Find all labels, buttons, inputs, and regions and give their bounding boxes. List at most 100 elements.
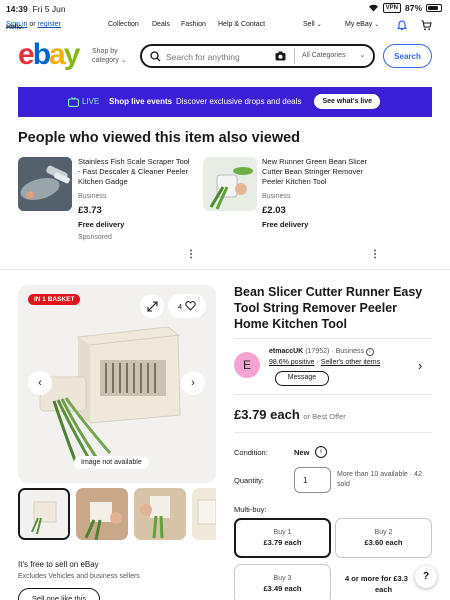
search-bar: All Categories ⌄	[140, 44, 375, 68]
status-date: Fri 5 Jun	[32, 4, 66, 14]
quantity-label: Quantity:	[234, 476, 265, 485]
banner-text: Discover exclusive drops and deals	[176, 97, 302, 106]
nav-collection[interactable]: Collection	[108, 21, 139, 28]
search-button[interactable]: Search	[383, 44, 432, 68]
also-viewed-title-1[interactable]: Stainless Fish Scale Scraper Tool - Fast…	[78, 157, 193, 187]
seller-info-line: etmaccUK (17952) · Business i	[269, 348, 374, 356]
seller-other-items-link[interactable]: Seller's other items	[321, 359, 380, 366]
best-offer-label: or Best Offer	[303, 412, 346, 421]
chevron-left-icon: ‹	[38, 377, 42, 389]
chevron-right-icon: ›	[191, 377, 195, 389]
divider	[0, 269, 450, 270]
expand-icon[interactable]	[140, 294, 164, 318]
sell-promo-heading: It's free to sell on eBay	[18, 560, 99, 569]
status-time: 14:39	[6, 4, 28, 14]
in-basket-badge: IN 1 BASKET	[28, 294, 81, 305]
previous-image-button[interactable]: ‹	[28, 371, 52, 395]
also-viewed-seller-type-1: Business	[78, 193, 107, 200]
sell-promo-subtext: Excludes Vehicles and business sellers	[18, 573, 140, 580]
nav-sell[interactable]: Sell ⌄	[303, 21, 322, 28]
cart-icon[interactable]	[421, 20, 432, 31]
also-viewed-price-2: £2.03	[262, 205, 286, 216]
shop-by-category[interactable]: Shop by category ⌄	[92, 47, 127, 65]
chevron-down-icon: ⌄	[316, 22, 322, 28]
chevron-down-icon: ⌄	[359, 52, 366, 59]
bell-icon[interactable]	[397, 20, 407, 31]
product-title: Bean Slicer Cutter Runner Easy Tool Stri…	[234, 285, 423, 331]
chevron-down-icon: ⌄	[374, 22, 380, 28]
also-viewed-image-1[interactable]	[18, 157, 72, 211]
sell-one-like-this-button[interactable]: Sell one like this	[18, 588, 100, 600]
also-viewed-image-2[interactable]	[203, 157, 257, 211]
top-nav: Hello. Sign in or register Collection De…	[0, 18, 450, 34]
seller-avatar[interactable]: E	[234, 352, 260, 378]
divider	[234, 432, 432, 433]
condition-value: New	[294, 448, 310, 457]
thumbnail-4[interactable]	[192, 488, 216, 540]
seller-positive-link[interactable]: 98.6% positive	[269, 359, 315, 366]
camera-icon[interactable]	[275, 51, 286, 61]
seller-name[interactable]: etmaccUK	[269, 348, 303, 355]
availability-text: More than 10 available · 42 sold	[337, 471, 422, 488]
seller-links: 98.6% positive · Seller's other items	[269, 359, 381, 366]
nav-help-contact[interactable]: Help & Contact	[218, 21, 265, 28]
thumbnail-1[interactable]	[18, 488, 70, 540]
also-viewed-delivery-1: Free delivery	[78, 220, 125, 229]
also-viewed-heading: People who viewed this item also viewed	[18, 130, 301, 146]
hello-text: Hello.	[6, 24, 24, 31]
wifi-icon	[368, 4, 378, 12]
message-seller-button[interactable]: Message	[275, 371, 329, 386]
bean-slicer-image	[203, 157, 257, 211]
nav-fashion[interactable]: Fashion	[181, 21, 206, 28]
thumbnail-3[interactable]	[134, 488, 186, 540]
next-image-button[interactable]: ›	[181, 371, 205, 395]
sponsored-label: Sponsored	[78, 234, 112, 241]
seller-type: · Business	[331, 348, 364, 355]
nav-my-ebay[interactable]: My eBay ⌄	[345, 21, 379, 28]
vpn-badge: VPN	[382, 3, 401, 13]
or-text: or	[29, 21, 36, 28]
info-icon[interactable]: i	[365, 348, 374, 356]
help-button[interactable]: ?	[415, 566, 437, 588]
more-options-icon[interactable]: ⋮	[186, 249, 196, 260]
divider	[234, 394, 432, 395]
more-options-icon[interactable]: ⋮	[370, 249, 380, 260]
image-not-available-label: Image not available	[74, 456, 149, 469]
status-bar: 14:39 Fri 5 Jun VPN 87%	[0, 0, 450, 18]
item-price: £3.79 each	[234, 407, 300, 422]
multibuy-option-3[interactable]: Buy 3 £3.49 each	[234, 564, 331, 600]
condition-label: Condition:	[234, 448, 268, 457]
ebay-logo[interactable]: ebay	[18, 40, 80, 70]
see-whats-live-button[interactable]: See what's live	[314, 94, 380, 109]
watch-button[interactable]: 4	[168, 294, 206, 318]
quantity-input[interactable]	[294, 467, 331, 493]
live-label: LIVE	[82, 97, 100, 106]
also-viewed-title-2[interactable]: New Runner Green Bean Slicer Cutter Bean…	[262, 157, 382, 187]
search-icon	[150, 51, 161, 62]
search-input[interactable]	[166, 49, 271, 64]
price-line: £3.79 each or Best Offer	[234, 407, 346, 422]
chevron-right-icon[interactable]: ›	[418, 358, 422, 373]
multibuy-option-1[interactable]: Buy 1 £3.79 each	[234, 518, 331, 558]
live-events-banner[interactable]: LIVE Shop live events Discover exclusive…	[18, 87, 432, 117]
fish-scraper-image	[18, 157, 72, 211]
also-viewed-price-1: £3.73	[78, 205, 102, 216]
watch-count: 4	[177, 301, 183, 311]
divider	[234, 338, 432, 339]
seller-feedback: (17952)	[305, 348, 330, 355]
battery-icon	[426, 4, 442, 12]
also-viewed-delivery-2: Free delivery	[262, 220, 309, 229]
heart-icon	[185, 301, 196, 311]
also-viewed-seller-type-2: Business	[262, 193, 291, 200]
condition-info-icon[interactable]: i	[315, 446, 327, 458]
multibuy-label: Multi-buy:	[234, 505, 267, 514]
nav-deals[interactable]: Deals	[152, 21, 170, 28]
thumbnail-2[interactable]	[76, 488, 128, 540]
multibuy-option-2[interactable]: Buy 2 £3.60 each	[335, 518, 432, 558]
category-select[interactable]: All Categories ⌄	[302, 51, 365, 59]
live-tv-icon	[68, 97, 79, 107]
register-link[interactable]: register	[38, 21, 61, 28]
chevron-down-icon: ⌄	[120, 57, 127, 64]
banner-headline: Shop live events	[109, 97, 173, 106]
battery-percent: 87%	[404, 3, 422, 13]
